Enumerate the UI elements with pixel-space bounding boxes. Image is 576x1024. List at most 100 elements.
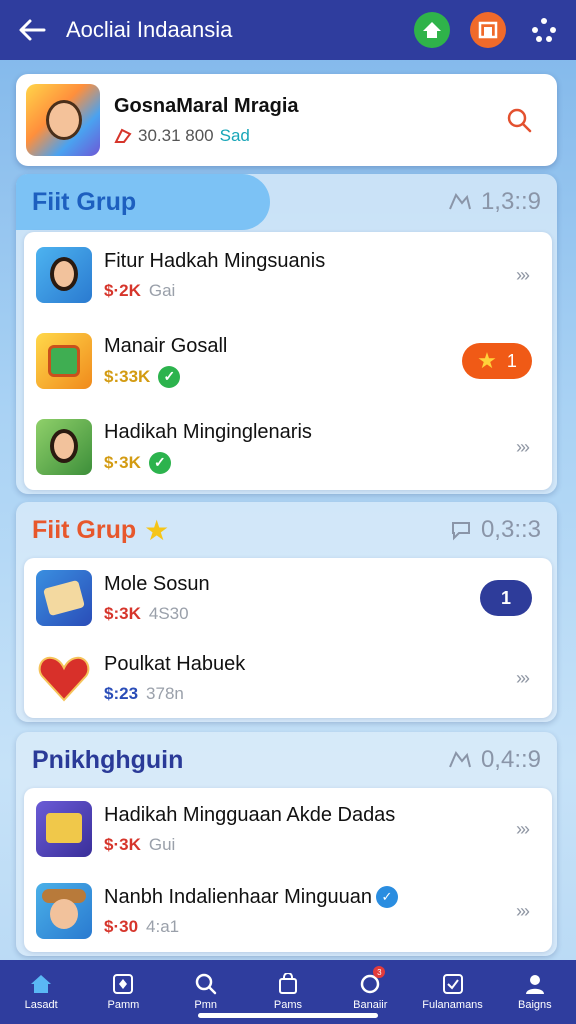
item-price: $·3K (104, 834, 141, 854)
count-badge[interactable]: 1 (480, 580, 532, 616)
check-card-icon (442, 974, 463, 994)
nav-item-profile[interactable]: Baigns (494, 960, 576, 1024)
user-icon (525, 975, 544, 994)
section-title: Fiit Grup (32, 187, 137, 216)
check-icon: ✓ (148, 451, 171, 474)
heart-icon (38, 656, 90, 702)
item-label: Hadikah Minginglenaris (104, 420, 312, 443)
chevron-right-icon: ››› (516, 900, 530, 921)
list-item[interactable]: Nanbh Indalienhaar Minguuan ✓ $·30 4:a1 ›… (24, 870, 552, 952)
list-item[interactable]: Manair Gosall $:33K ✓ ★ 1 (24, 318, 552, 404)
item-thumbnail (36, 419, 92, 475)
nav-item-card[interactable]: Pamm (82, 960, 164, 1024)
list-item[interactable]: Fitur Hadkah Mingsuanis $·2K Gai ››› (24, 232, 552, 318)
item-thumbnail (36, 650, 92, 706)
nav-item-home[interactable]: Lasadt (0, 960, 82, 1024)
nav-label: Banaiir (353, 999, 388, 1011)
chat-bubble-icon (451, 522, 470, 541)
avatar (26, 84, 100, 156)
profile-card[interactable]: GosnaMaral Mragia 30.31 800 Sad (16, 74, 557, 166)
chevron-right-icon: ››› (516, 667, 530, 688)
chevron-right-icon: ››› (516, 264, 530, 285)
item-price: $·2K (104, 280, 141, 300)
list-item[interactable]: Mole Sosun $:3K 4S30 1 (24, 558, 552, 638)
star-badge[interactable]: ★ 1 (462, 343, 532, 379)
nav-label: Fulanamans (422, 999, 483, 1011)
item-label-text: Nanbh Indalienhaar Minguuan (104, 885, 372, 908)
image-frame-button[interactable] (470, 12, 506, 48)
section-title: Fiit Grup (32, 515, 137, 544)
item-price: $·30 (104, 916, 139, 936)
group-list: Fitur Hadkah Mingsuanis $·2K Gai ››› Man… (24, 232, 552, 490)
app-header: Aocliai Indaansia (0, 0, 576, 60)
group-list: Hadikah Mingguaan Akde Dadas $·3K Gui ››… (24, 788, 552, 952)
section-count: 0,4::9 (480, 746, 541, 773)
image-frame-icon (478, 21, 498, 39)
section-count: 0,3::3 (480, 516, 541, 543)
item-thumbnail (36, 883, 92, 939)
item-extra: 378n (146, 683, 184, 703)
item-price: $·3K (104, 452, 141, 472)
star-icon: ★ (144, 514, 170, 546)
nav-label: Lasadt (24, 999, 58, 1011)
search-icon (195, 973, 216, 995)
item-extra: Gai (148, 280, 176, 300)
profile-stats: 30.31 800 (138, 125, 214, 145)
list-item[interactable]: Hadikah Minginglenaris $·3K ✓ ››› (24, 404, 552, 490)
item-extra: 4:a1 (146, 916, 180, 936)
home-up-icon (423, 22, 441, 38)
chevron-right-icon: ››› (516, 818, 530, 839)
tag-icon (114, 128, 132, 143)
verified-icon: ✓ (375, 886, 398, 909)
group-section-1: Fiit Grup 1,3::9 Fitur Hadkah Mingsuanis… (16, 174, 557, 494)
group-icon (449, 193, 471, 210)
page-title: Aocliai Indaansia (66, 17, 233, 42)
nav-item-check-card[interactable]: Fulanamans (411, 960, 493, 1024)
group-icon (449, 751, 471, 768)
nav-label: Pams (273, 999, 303, 1011)
search-button[interactable] (499, 100, 539, 140)
star-icon: ★ (477, 348, 497, 373)
item-label: Mole Sosun (104, 572, 210, 595)
search-icon (507, 108, 532, 133)
nav-label: Baigns (518, 999, 552, 1011)
section-title: Pnikhghguin (32, 745, 184, 774)
item-label: Hadikah Mingguaan Akde Dadas (104, 803, 396, 826)
list-item[interactable]: Hadikah Mingguaan Akde Dadas $·3K Gui ››… (24, 788, 552, 870)
profile-name: GosnaMaral Mragia (114, 94, 299, 117)
bag-icon (278, 973, 297, 994)
group-section-3: Pnikhghguin 0,4::9 Hadikah Mingguaan Akd… (16, 732, 557, 956)
home-up-button[interactable] (414, 12, 450, 48)
home-indicator (198, 1013, 378, 1018)
check-icon: ✓ (158, 365, 181, 388)
section-count: 1,3::9 (480, 188, 541, 215)
notification-badge: 3 (373, 966, 386, 978)
card-icon (113, 974, 134, 994)
network-button[interactable] (526, 12, 562, 48)
item-price: $:33K (104, 366, 151, 386)
list-item[interactable]: Poulkat Habuek $:23 378n ››› (24, 638, 552, 718)
item-thumbnail (36, 247, 92, 303)
item-price: $:3K (104, 603, 141, 623)
arrow-left-icon (19, 19, 46, 41)
badge-count: 1 (506, 350, 517, 371)
chevron-right-icon: ››› (516, 436, 530, 457)
item-thumbnail (36, 801, 92, 857)
group-list: Mole Sosun $:3K 4S30 1 Poulkat Habuek $:… (24, 558, 552, 718)
nav-label: Pmn (194, 999, 218, 1011)
item-label: Nanbh Indalienhaar Minguuan ✓ (104, 886, 516, 909)
item-label: Manair Gosall (104, 334, 228, 357)
network-icon (532, 18, 556, 42)
item-thumbnail (36, 570, 92, 626)
item-thumbnail (36, 333, 92, 389)
profile-tag: Sad (219, 125, 250, 145)
item-extra: 4S30 (148, 603, 189, 623)
group-section-2: Fiit Grup ★ 0,3::3 Mole Sosun $:3K 4S30 … (16, 502, 557, 722)
item-label: Fitur Hadkah Mingsuanis (104, 249, 326, 272)
item-label: Poulkat Habuek (104, 652, 246, 675)
back-button[interactable] (12, 10, 52, 50)
item-extra: Gui (148, 834, 176, 854)
nav-label: Pamm (107, 999, 140, 1011)
item-price: $:23 (104, 683, 139, 703)
home-icon (31, 975, 52, 993)
